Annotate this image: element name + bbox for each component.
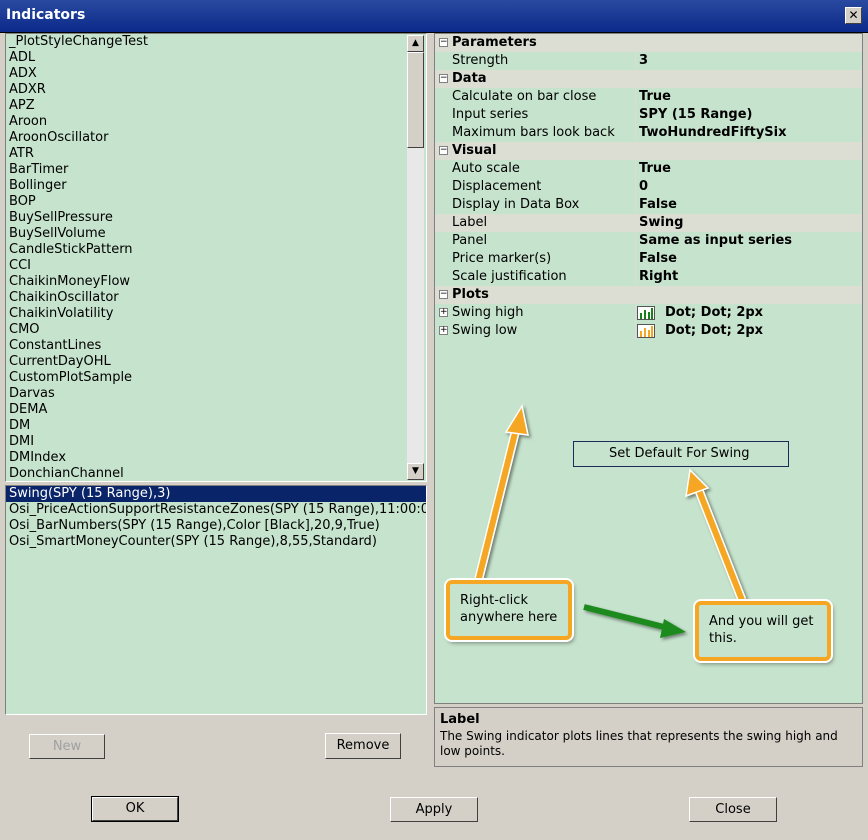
callout-result: And you will get this.	[695, 601, 831, 661]
orange-arrow-to-grid	[473, 403, 529, 584]
green-arrow	[583, 604, 686, 638]
orange-arrow-to-menu	[685, 468, 747, 602]
annotation-arrows	[473, 403, 747, 638]
callout-text: And you will get this.	[709, 614, 814, 646]
apply-button[interactable]: Apply	[390, 797, 478, 822]
callout-right-click: Right-click anywhere here	[446, 580, 572, 640]
close-button[interactable]: Close	[689, 797, 777, 822]
ok-button[interactable]: OK	[91, 796, 179, 822]
callout-text: Right-click anywhere here	[460, 593, 558, 625]
